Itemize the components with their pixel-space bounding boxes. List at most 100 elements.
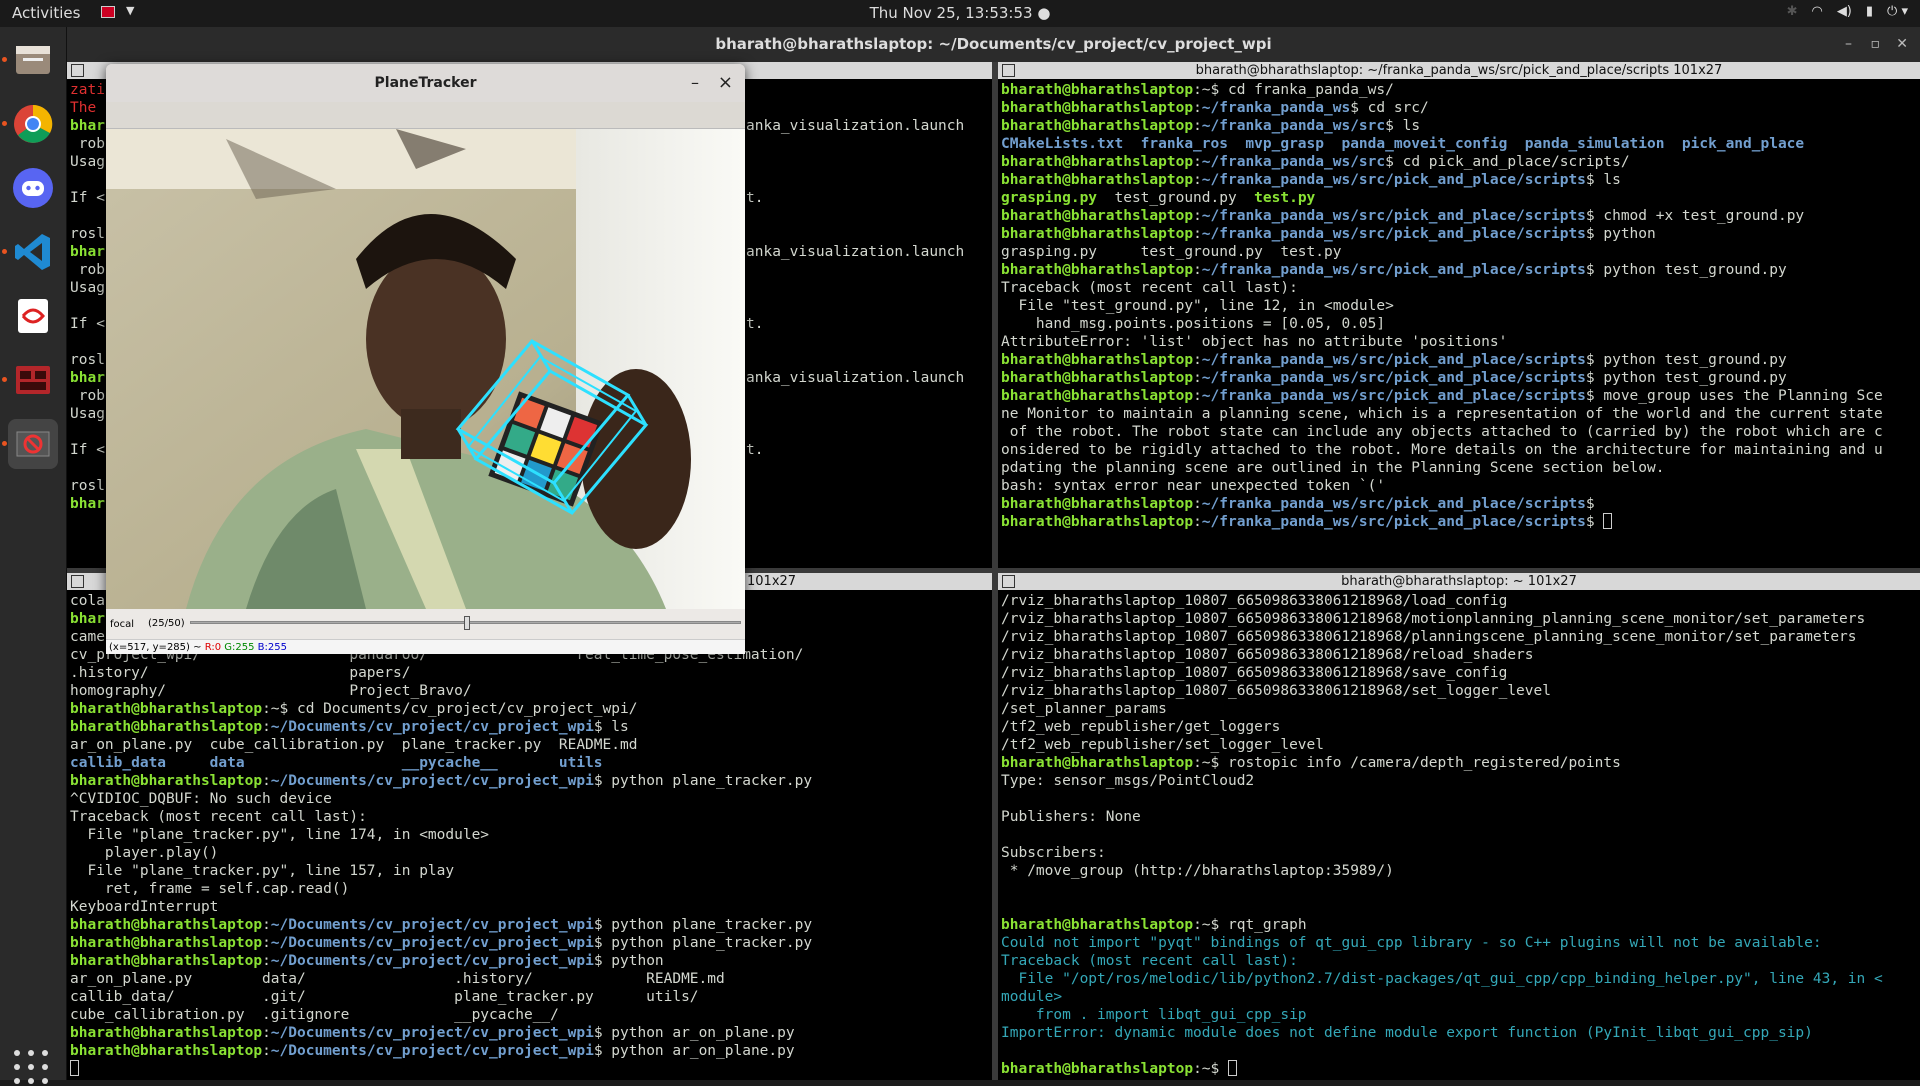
terminal-text: ~/franka_panda_ws/src/pick_and_place/scr… <box>1201 262 1586 278</box>
camera-feed[interactable] <box>106 129 745 609</box>
pane-splitter-horizontal[interactable] <box>998 568 1920 573</box>
terminal-text: /tf2_web_republisher/set_logger_level <box>1001 737 1325 753</box>
chrome-icon[interactable] <box>8 99 58 149</box>
terminal-text: bhar <box>70 118 105 134</box>
terminal-text: bharath@bharathslaptop <box>1001 100 1194 116</box>
terminal-text: :~$ cd Documents/cv_project/cv_project_w… <box>262 701 638 717</box>
terminal-text: homography/ Project_Bravo/ <box>70 683 472 699</box>
terminal-text: Subscribers: <box>1001 845 1106 861</box>
focal-slider[interactable]: focal (25/50) <box>106 609 745 639</box>
terminal-text: : <box>1193 496 1202 512</box>
keyboard-layout-icon[interactable] <box>101 6 115 18</box>
terminal-text: : <box>262 773 271 789</box>
terminal-line: from . import libqt_gui_cpp_sip <box>1001 1006 1920 1024</box>
red-value: R:0 <box>204 642 222 653</box>
terminal-line: bharath@bharathslaptop:~$ rostopic info … <box>1001 754 1920 772</box>
terminal-text: ret, frame = self.cap.read() <box>70 881 350 897</box>
terminal-text: : <box>1193 262 1202 278</box>
green-value: G:255 <box>224 642 255 653</box>
close-icon[interactable]: × <box>718 64 733 102</box>
minimize-icon[interactable]: – <box>1845 27 1852 62</box>
terminal-text: bhar <box>70 370 105 386</box>
terminal-text: Usag <box>70 154 105 170</box>
terminal-text: from . import libqt_gui_cpp_sip <box>1001 1007 1307 1023</box>
terminal-app-icon[interactable] <box>8 355 58 405</box>
pixel-status-bar: (x=517, y=285) ~ R:0 G:255 B:255 <box>106 639 745 654</box>
close-icon[interactable]: ✕ <box>1896 27 1908 62</box>
discord-icon[interactable] <box>8 163 58 213</box>
show-applications-icon[interactable] <box>14 1050 50 1086</box>
terminal-line: hand_msg.points.positions = [0.05, 0.05] <box>1001 315 1920 333</box>
terminal-text: bhar <box>70 244 105 260</box>
terminal-text: /rviz_bharathslaptop_10807_6650986338061… <box>1001 683 1551 699</box>
terminal-line: /rviz_bharathslaptop_10807_6650986338061… <box>1001 628 1920 646</box>
files-icon[interactable] <box>8 35 58 85</box>
terminal-text: * /move_group (http://bharathslaptop:359… <box>1001 863 1394 879</box>
terminal-text: rob <box>70 262 105 278</box>
terminal-line: bharath@bharathslaptop:~/Documents/cv_pr… <box>70 934 992 952</box>
minimize-icon[interactable]: – <box>691 64 699 102</box>
terminal-text: bash: syntax error near unexpected token… <box>1001 478 1386 494</box>
terminal-text: :~$ rqt_graph <box>1193 917 1307 933</box>
pane-title: 101x27 <box>747 574 797 589</box>
terminal-line: bharath@bharathslaptop:~$ <box>1001 1060 1920 1078</box>
terminal-line: ImportError: dynamic module does not def… <box>1001 1024 1920 1042</box>
terminal-text: grasping.py <box>1001 190 1098 206</box>
terminal-titlebar[interactable]: bharath@bharathslaptop: ~/Documents/cv_p… <box>67 27 1920 62</box>
terminal-line: File "plane_tracker.py", line 157, in pl… <box>70 862 992 880</box>
terminal-text: $ ls <box>593 719 629 735</box>
terminal-text: $ python ar_on_plane.py <box>593 1025 795 1041</box>
vscode-icon[interactable] <box>8 227 58 277</box>
terminal-line: homography/ Project_Bravo/ <box>70 682 992 700</box>
clock[interactable]: Thu Nov 25, 13:53:53 <box>870 4 1033 22</box>
bluetooth-icon[interactable]: ✱ <box>1787 4 1798 19</box>
terminal-text: Traceback (most recent call last): <box>1001 280 1298 296</box>
terminal-text: came <box>70 629 105 645</box>
maximize-icon[interactable]: ▫ <box>1871 27 1881 62</box>
battery-icon[interactable]: ▮ <box>1866 4 1873 19</box>
terminal-text: ~/Documents/cv_project/cv_project_wpi <box>270 773 594 789</box>
pane-menu-icon[interactable] <box>1002 575 1015 588</box>
terminal-text: cube_callibration.py .gitignore __pycach… <box>70 1007 559 1023</box>
terminal-text: ar_on_plane.py cube_callibration.py plan… <box>70 737 638 753</box>
terminal-line: /rviz_bharathslaptop_10807_6650986338061… <box>1001 682 1920 700</box>
terminal-line: /set_planner_params <box>1001 700 1920 718</box>
terminal-line: bharath@bharathslaptop:~/franka_panda_ws… <box>1001 207 1920 225</box>
terminal-pane-bottom-right[interactable]: bharath@bharathslaptop: ~ 101x27 /rviz_b… <box>998 573 1920 1080</box>
pane-menu-icon[interactable] <box>71 575 84 588</box>
text-editor-icon[interactable] <box>8 291 58 341</box>
volume-icon[interactable]: ◀) <box>1837 4 1852 19</box>
wifi-icon[interactable]: ◠ <box>1811 4 1822 19</box>
terminal-line: bharath@bharathslaptop:~/franka_panda_ws… <box>1001 495 1920 513</box>
terminal-line: bharath@bharathslaptop:~/franka_panda_ws… <box>1001 387 1920 405</box>
planetracker-window-icon[interactable] <box>8 419 58 469</box>
terminal-line: of the robot. The robot state can includ… <box>1001 423 1920 441</box>
terminal-line: ar_on_plane.py data/ .history/ README.md <box>70 970 992 988</box>
terminal-text: $ ls <box>1385 118 1421 134</box>
pane-menu-icon[interactable] <box>1002 64 1015 77</box>
activities-button[interactable]: Activities <box>12 4 80 22</box>
terminal-line: /rviz_bharathslaptop_10807_6650986338061… <box>1001 610 1920 628</box>
pane-menu-icon[interactable] <box>71 64 84 77</box>
slider-handle[interactable] <box>463 616 470 630</box>
power-icon[interactable]: ⏻ ▾ <box>1887 4 1908 19</box>
terminal-line: bharath@bharathslaptop:~/Documents/cv_pr… <box>70 1024 992 1042</box>
terminal-text: /rviz_bharathslaptop_10807_6650986338061… <box>1001 593 1508 609</box>
pane-header[interactable]: bharath@bharathslaptop: ~ 101x27 <box>998 573 1920 590</box>
chevron-down-icon[interactable]: ▼ <box>126 4 134 17</box>
terminal-line: ne Monitor to maintain a planning scene,… <box>1001 405 1920 423</box>
planetracker-titlebar[interactable]: PlaneTracker – × <box>106 64 745 102</box>
terminal-text: ~/franka_panda_ws/src/pick_and_place/scr… <box>1201 208 1586 224</box>
planetracker-window: PlaneTracker – × focal (25/50) (x=517, y… <box>106 64 745 654</box>
pane-header[interactable]: bharath@bharathslaptop: ~/franka_panda_w… <box>998 62 1920 79</box>
terminal-pane-top-right[interactable]: bharath@bharathslaptop: ~/franka_panda_w… <box>998 62 1920 568</box>
terminal-text: ~/franka_panda_ws/src/pick_and_place/scr… <box>1201 514 1586 530</box>
terminal-text: bharath@bharathslaptop <box>1001 208 1194 224</box>
terminal-line: pdating the planning scene are outlined … <box>1001 459 1920 477</box>
terminal-text: ~/franka_panda_ws/src/pick_and_place/scr… <box>1201 388 1586 404</box>
terminal-text: /rviz_bharathslaptop_10807_6650986338061… <box>1001 611 1866 627</box>
